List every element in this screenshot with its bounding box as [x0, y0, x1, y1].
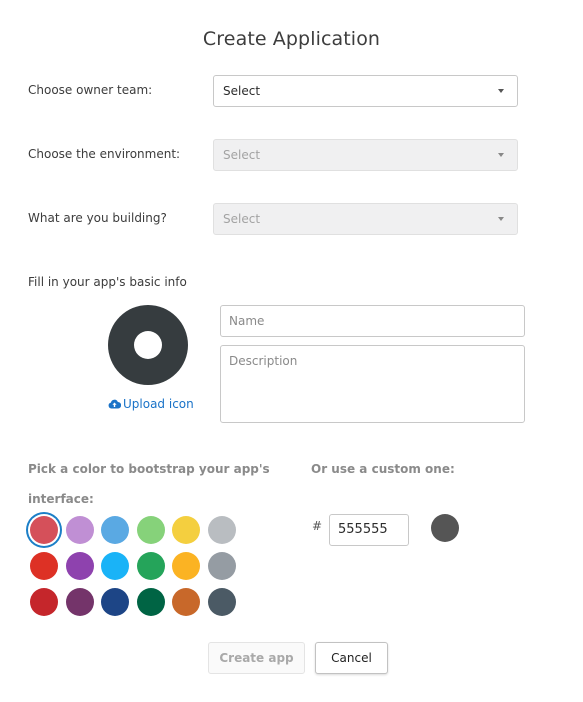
- color-swatch[interactable]: [65, 552, 94, 580]
- cancel-button[interactable]: Cancel: [315, 642, 388, 674]
- environment-select-value: Select: [223, 148, 261, 162]
- owner-team-label: Choose owner team:: [28, 83, 153, 97]
- color-swatch[interactable]: [30, 588, 58, 616]
- custom-color-hex-input[interactable]: 555555: [329, 514, 409, 546]
- color-picker-label: Pick a color to bootstrap your app's: [28, 462, 270, 476]
- color-swatch-grid: [30, 516, 240, 620]
- color-picker-label-cont: interface:: [28, 492, 94, 506]
- app-icon-placeholder-ring: [134, 331, 162, 359]
- color-swatch[interactable]: [30, 552, 58, 580]
- color-swatch[interactable]: [136, 552, 165, 580]
- color-swatch[interactable]: [136, 588, 165, 616]
- color-swatch[interactable]: [208, 516, 236, 544]
- color-swatch[interactable]: [208, 552, 236, 580]
- environment-select[interactable]: Select: [213, 139, 518, 171]
- environment-label: Choose the environment:: [28, 147, 181, 161]
- cloud-upload-icon: [108, 399, 122, 409]
- custom-color-label: Or use a custom one:: [311, 462, 455, 476]
- name-input[interactable]: [220, 305, 525, 337]
- color-swatch[interactable]: [65, 588, 94, 616]
- color-swatch[interactable]: [101, 552, 130, 580]
- color-swatch[interactable]: [136, 516, 165, 544]
- color-swatch[interactable]: [172, 516, 201, 544]
- color-swatch[interactable]: [30, 516, 58, 544]
- color-swatch[interactable]: [101, 516, 130, 544]
- building-label: What are you building?: [28, 211, 167, 225]
- owner-team-select-value: Select: [223, 84, 261, 98]
- chevron-down-icon: [498, 217, 504, 221]
- color-swatch[interactable]: [101, 588, 130, 616]
- color-swatch[interactable]: [172, 552, 201, 580]
- owner-team-select[interactable]: Select: [213, 75, 518, 107]
- color-swatch[interactable]: [172, 588, 201, 616]
- custom-color-preview: [431, 514, 459, 542]
- color-swatch[interactable]: [65, 516, 94, 544]
- chevron-down-icon: [498, 89, 504, 93]
- upload-icon-link[interactable]: Upload icon: [108, 397, 194, 411]
- color-swatch[interactable]: [208, 588, 236, 616]
- description-input[interactable]: [220, 345, 525, 423]
- app-icon-preview: [108, 305, 188, 385]
- basic-info-label: Fill in your app's basic info: [28, 275, 187, 289]
- create-app-button[interactable]: Create app: [208, 642, 305, 674]
- building-select[interactable]: Select: [213, 203, 518, 235]
- page-title: Create Application: [202, 28, 381, 50]
- upload-icon-label: Upload icon: [123, 397, 194, 411]
- building-select-value: Select: [223, 212, 261, 226]
- chevron-down-icon: [498, 153, 504, 157]
- hash-symbol: #: [312, 519, 323, 533]
